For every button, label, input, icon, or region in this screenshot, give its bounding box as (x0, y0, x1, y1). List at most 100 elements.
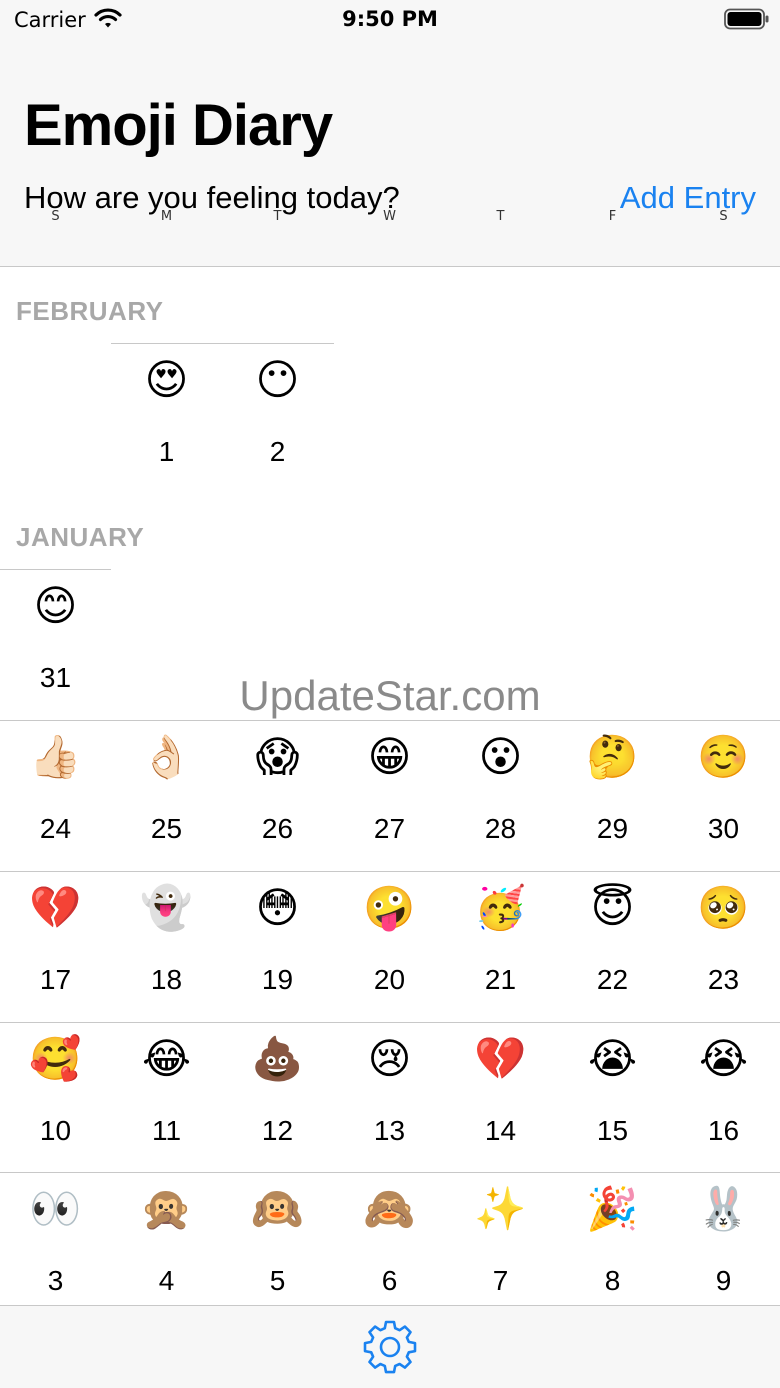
mood-emoji: 🥳 (474, 883, 527, 932)
weekday-saturday: S (719, 209, 728, 224)
day-cell[interactable]: 🙈 6 (334, 1173, 445, 1323)
day-number: 29 (596, 813, 629, 844)
mood-emoji: ☺️ (697, 732, 750, 781)
day-number: 6 (381, 1265, 398, 1296)
day-number: 21 (484, 964, 517, 995)
day-cell[interactable]: 😱 26 (222, 721, 333, 871)
day-number: 22 (596, 964, 629, 995)
weekday-monday: M (160, 209, 173, 224)
mood-emoji: 😱 (255, 732, 300, 781)
day-number: 9 (715, 1265, 732, 1296)
day-cell[interactable]: 😍 1 (111, 344, 222, 494)
mood-emoji: 🙊 (140, 1184, 193, 1233)
day-number: 28 (484, 813, 517, 844)
day-number: 23 (707, 964, 740, 995)
battery-icon (724, 8, 769, 30)
status-bar: Carrier 9:50 PM (0, 0, 780, 40)
navigation-header: Emoji Diary How are you feeling today? A… (0, 40, 780, 266)
mood-emoji: 🐰 (697, 1184, 750, 1233)
header-divider (0, 266, 780, 267)
day-cell[interactable]: 🤪 20 (334, 872, 445, 1022)
day-number: 1 (158, 436, 175, 467)
day-cell[interactable]: 💔 17 (0, 872, 111, 1022)
day-cell[interactable]: 🤔 29 (557, 721, 668, 871)
mood-emoji: 😁 (367, 732, 412, 781)
mood-emoji: 🤪 (363, 883, 416, 932)
weekday-sunday: S (51, 209, 60, 224)
day-cell[interactable]: 💔 14 (445, 1023, 556, 1173)
day-cell[interactable]: 🥺 23 (668, 872, 779, 1022)
day-number: 11 (151, 1115, 182, 1146)
day-cell[interactable]: ✨ 7 (445, 1173, 556, 1323)
day-number: 4 (158, 1265, 175, 1296)
day-cell[interactable]: 🙊 4 (111, 1173, 222, 1323)
day-cell[interactable]: 😁 27 (334, 721, 445, 871)
month-label-january: JANUARY (16, 522, 145, 552)
day-number: 19 (261, 964, 294, 995)
day-cell[interactable]: 😳 19 (222, 872, 333, 1022)
mood-emoji: 😭 (698, 1034, 749, 1083)
day-number: 15 (596, 1115, 629, 1146)
mood-emoji: 😍 (144, 355, 189, 404)
day-cell[interactable]: 🥳 21 (445, 872, 556, 1022)
day-number: 2 (269, 436, 286, 467)
day-number: 7 (492, 1265, 509, 1296)
mood-emoji: 😢 (367, 1034, 412, 1083)
mood-emoji: 🙉 (251, 1184, 304, 1233)
mood-emoji: 😮 (478, 732, 523, 781)
day-number: 17 (39, 964, 72, 995)
mood-emoji: 🙈 (363, 1184, 416, 1233)
day-number: 20 (373, 964, 406, 995)
weekday-thursday: T (496, 209, 505, 224)
month-label-february: FEBRUARY (16, 296, 164, 326)
day-number: 24 (39, 813, 72, 844)
mood-emoji: 😭 (587, 1034, 638, 1083)
day-number: 5 (269, 1265, 286, 1296)
day-cell[interactable]: ☺️ 30 (668, 721, 779, 871)
page-title: Emoji Diary (24, 93, 333, 158)
mood-emoji: 👌🏻 (140, 732, 193, 781)
day-cell[interactable]: 😂 11 (111, 1023, 222, 1173)
day-cell[interactable]: 🎉 8 (557, 1173, 668, 1323)
mood-emoji: 😳 (255, 883, 300, 932)
day-cell[interactable]: 😮 28 (445, 721, 556, 871)
mood-emoji: 🤔 (586, 732, 639, 781)
weekday-wednesday: W (383, 209, 396, 224)
day-cell[interactable]: 🙉 5 (222, 1173, 333, 1323)
day-cell[interactable]: 👍🏻 24 (0, 721, 111, 871)
day-number: 3 (47, 1265, 64, 1296)
day-cell[interactable]: 👌🏻 25 (111, 721, 222, 871)
day-number: 8 (604, 1265, 621, 1296)
status-time: 9:50 PM (342, 7, 438, 31)
day-number: 10 (39, 1115, 72, 1146)
mood-emoji: 🎉 (586, 1184, 639, 1233)
mood-emoji: 🥰 (29, 1034, 82, 1083)
mood-emoji: 💔 (474, 1034, 527, 1083)
weekday-tuesday: T (273, 209, 282, 224)
day-cell[interactable]: 😢 13 (334, 1023, 445, 1173)
day-number: 13 (373, 1115, 406, 1146)
day-number: 27 (373, 813, 406, 844)
day-cell[interactable]: 👻 18 (111, 872, 222, 1022)
day-number: 14 (484, 1115, 517, 1146)
day-cell[interactable]: 😶 2 (222, 344, 333, 494)
mood-emoji: 💩 (251, 1034, 304, 1083)
day-cell[interactable]: 😭 15 (557, 1023, 668, 1173)
day-cell[interactable]: 😇 22 (557, 872, 668, 1022)
day-cell[interactable]: 🥰 10 (0, 1023, 111, 1173)
weekday-friday: F (608, 209, 617, 224)
day-cell[interactable]: 🐰 9 (668, 1173, 779, 1323)
day-number: 12 (261, 1115, 294, 1146)
day-number: 16 (707, 1115, 740, 1146)
mood-emoji: 👍🏻 (29, 732, 82, 781)
day-number: 18 (150, 964, 183, 995)
mood-emoji: 💔 (29, 883, 82, 932)
day-cell[interactable]: 💩 12 (222, 1023, 333, 1173)
gear-icon[interactable] (362, 1318, 418, 1374)
mood-emoji: 😊 (33, 581, 78, 630)
mood-emoji: 🥺 (697, 883, 750, 932)
day-cell[interactable]: 😭 16 (668, 1023, 779, 1173)
watermark: UpdateStar.com (239, 672, 541, 719)
day-cell[interactable]: 👀 3 (0, 1173, 111, 1323)
mood-emoji: 👀 (29, 1184, 82, 1233)
